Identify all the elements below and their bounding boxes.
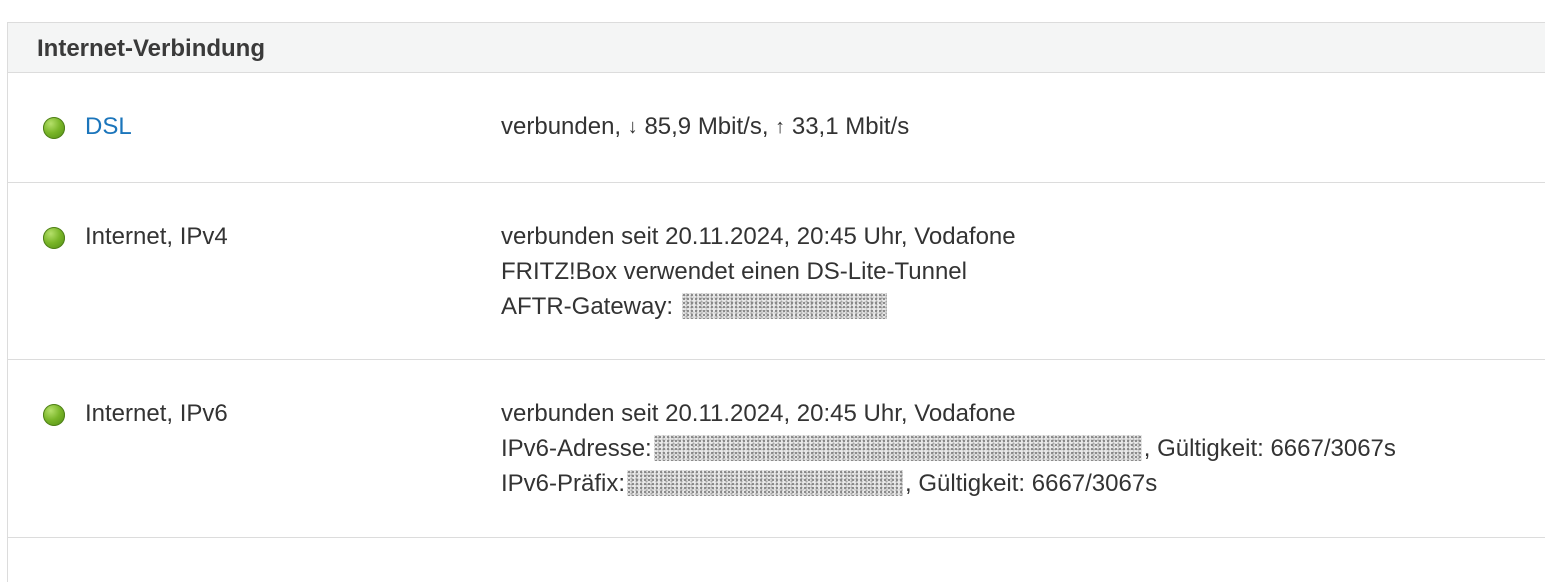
ipv4-details: verbunden seit 20.11.2024, 20:45 Uhr, Vo… [501, 219, 1016, 324]
dsl-status-line: verbunden, ↓ 85,9 Mbit/s, ↑ 33,1 Mbit/s [501, 109, 909, 146]
ipv4-label: Internet, IPv4 [85, 223, 228, 250]
dsl-status-text: verbunden, [501, 113, 622, 140]
ipv6-address-label: IPv6-Adresse: [501, 435, 652, 462]
dsl-downstream-rate: 85,9 Mbit/s, [644, 113, 769, 140]
dsl-link[interactable]: DSL [85, 109, 132, 144]
ipv4-ds-lite-note: FRITZ!Box verwendet einen DS-Lite-Tunnel [501, 258, 967, 285]
status-led-icon [43, 404, 65, 426]
ipv4-connected-since: verbunden seit 20.11.2024, 20:45 Uhr, Vo… [501, 223, 1016, 250]
status-led-icon [43, 117, 65, 139]
connection-row-ipv6: Internet, IPv6 verbunden seit 20.11.2024… [8, 360, 1545, 538]
redacted-ipv6-prefix [627, 469, 904, 496]
aftr-gateway-label: AFTR-Gateway: [501, 293, 674, 320]
redacted-aftr-gateway [681, 292, 887, 319]
download-arrow-icon: ↓ [627, 116, 638, 138]
panel-header: Internet-Verbindung [8, 23, 1545, 73]
ipv6-prefix-label: IPv6-Präfix: [501, 470, 626, 497]
connection-row-ipv4: Internet, IPv4 verbunden seit 20.11.2024… [8, 183, 1545, 360]
panel-title: Internet-Verbindung [37, 34, 265, 62]
connection-row-dsl: DSL verbunden, ↓ 85,9 Mbit/s, ↑ 33,1 Mbi… [8, 73, 1545, 183]
ipv4-aftr-gateway-line: AFTR-Gateway: [501, 289, 1016, 324]
status-led-icon [43, 227, 65, 249]
redacted-ipv6-address [653, 434, 1142, 461]
ipv6-address-line: IPv6-Adresse: , Gültigkeit: 6667/3067s [501, 431, 1396, 466]
upload-arrow-icon: ↑ [775, 116, 786, 138]
ipv6-prefix-line: IPv6-Präfix: , Gültigkeit: 6667/3067s [501, 466, 1396, 501]
ipv6-address-validity: , Gültigkeit: 6667/3067s [1143, 435, 1396, 462]
ipv6-prefix-validity: , Gültigkeit: 6667/3067s [905, 470, 1158, 497]
ipv6-connected-since: verbunden seit 20.11.2024, 20:45 Uhr, Vo… [501, 400, 1016, 427]
ipv6-label: Internet, IPv6 [85, 400, 228, 427]
ipv6-details: verbunden seit 20.11.2024, 20:45 Uhr, Vo… [501, 396, 1396, 501]
internet-connection-panel: Internet-Verbindung DSL verbunden, ↓ 85,… [7, 22, 1545, 582]
dsl-details: verbunden, ↓ 85,9 Mbit/s, ↑ 33,1 Mbit/s [501, 109, 909, 146]
dsl-upstream-rate: 33,1 Mbit/s [791, 113, 910, 140]
